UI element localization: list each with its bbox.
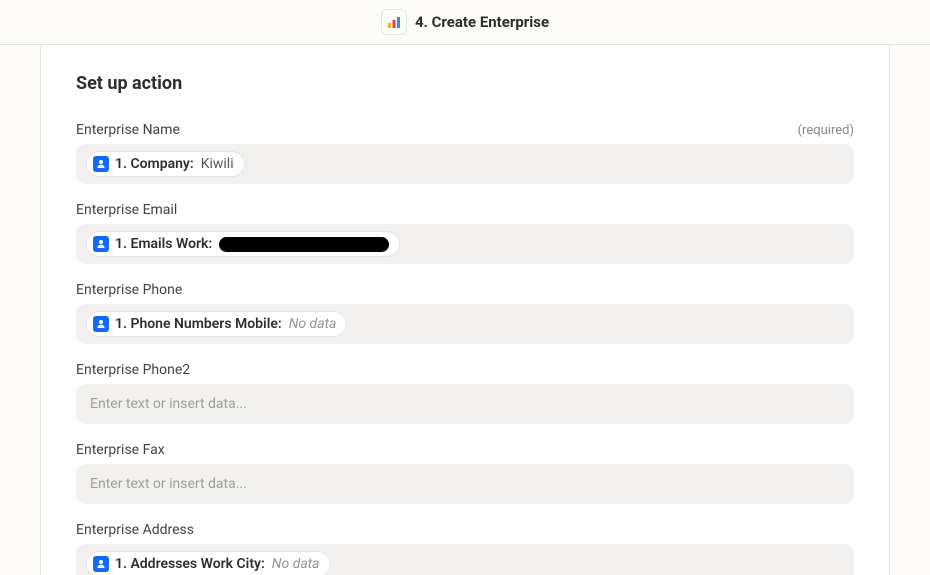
field-label: Enterprise Address — [76, 522, 194, 538]
step-header: 4. Create Enterprise — [0, 0, 930, 45]
contact-icon — [93, 556, 109, 572]
chip-prefix: 1. Addresses Work City: — [115, 557, 265, 571]
field-input[interactable]: 1. Phone Numbers Mobile: No data — [76, 304, 854, 344]
field-enterprise-phone2: Enterprise Phone2 Enter text or insert da… — [76, 362, 854, 424]
contact-icon — [93, 236, 109, 252]
value-chip[interactable]: 1. Emails Work: — [86, 231, 400, 257]
field-input[interactable]: 1. Addresses Work City: No data — [76, 544, 854, 575]
field-enterprise-address: Enterprise Address 1. Addresses Work City… — [76, 522, 854, 575]
field-input[interactable]: 1. Emails Work: — [76, 224, 854, 264]
field-input[interactable]: 1. Company: Kiwili — [76, 144, 854, 184]
field-enterprise-email: Enterprise Email 1. Emails Work: — [76, 202, 854, 264]
chip-prefix: 1. Company: — [115, 157, 194, 171]
field-enterprise-name: Enterprise Name (required) 1. Company: Kiw… — [76, 122, 854, 184]
section-title: Set up action — [76, 73, 854, 94]
chip-nodata: No data — [272, 557, 320, 571]
chip-nodata: No data — [289, 317, 337, 331]
redacted-value — [219, 237, 389, 252]
app-icon — [381, 9, 407, 35]
chip-prefix: 1. Emails Work: — [115, 237, 212, 251]
action-panel: Set up action Enterprise Name (required) 1… — [40, 45, 890, 575]
field-enterprise-phone: Enterprise Phone 1. Phone Numbers Mobile:… — [76, 282, 854, 344]
value-chip[interactable]: 1. Addresses Work City: No data — [86, 551, 331, 575]
step-pill[interactable]: 4. Create Enterprise — [381, 9, 549, 35]
field-label: Enterprise Email — [76, 202, 177, 218]
step-title: 4. Create Enterprise — [415, 13, 549, 31]
field-input[interactable]: Enter text or insert data... — [76, 384, 854, 424]
field-enterprise-fax: Enterprise Fax Enter text or insert data.… — [76, 442, 854, 504]
field-label: Enterprise Phone2 — [76, 362, 190, 378]
chip-value: Kiwili — [201, 157, 234, 171]
required-indicator: (required) — [798, 123, 854, 138]
value-chip[interactable]: 1. Company: Kiwili — [86, 151, 245, 177]
contact-icon — [93, 316, 109, 332]
value-chip[interactable]: 1. Phone Numbers Mobile: No data — [86, 311, 347, 337]
workspace: Set up action Enterprise Name (required) 1… — [0, 45, 930, 575]
field-label: Enterprise Phone — [76, 282, 182, 298]
field-input[interactable]: Enter text or insert data... — [76, 464, 854, 504]
field-label: Enterprise Fax — [76, 442, 165, 458]
contact-icon — [93, 156, 109, 172]
field-label: Enterprise Name — [76, 122, 180, 138]
chip-prefix: 1. Phone Numbers Mobile: — [115, 317, 282, 331]
